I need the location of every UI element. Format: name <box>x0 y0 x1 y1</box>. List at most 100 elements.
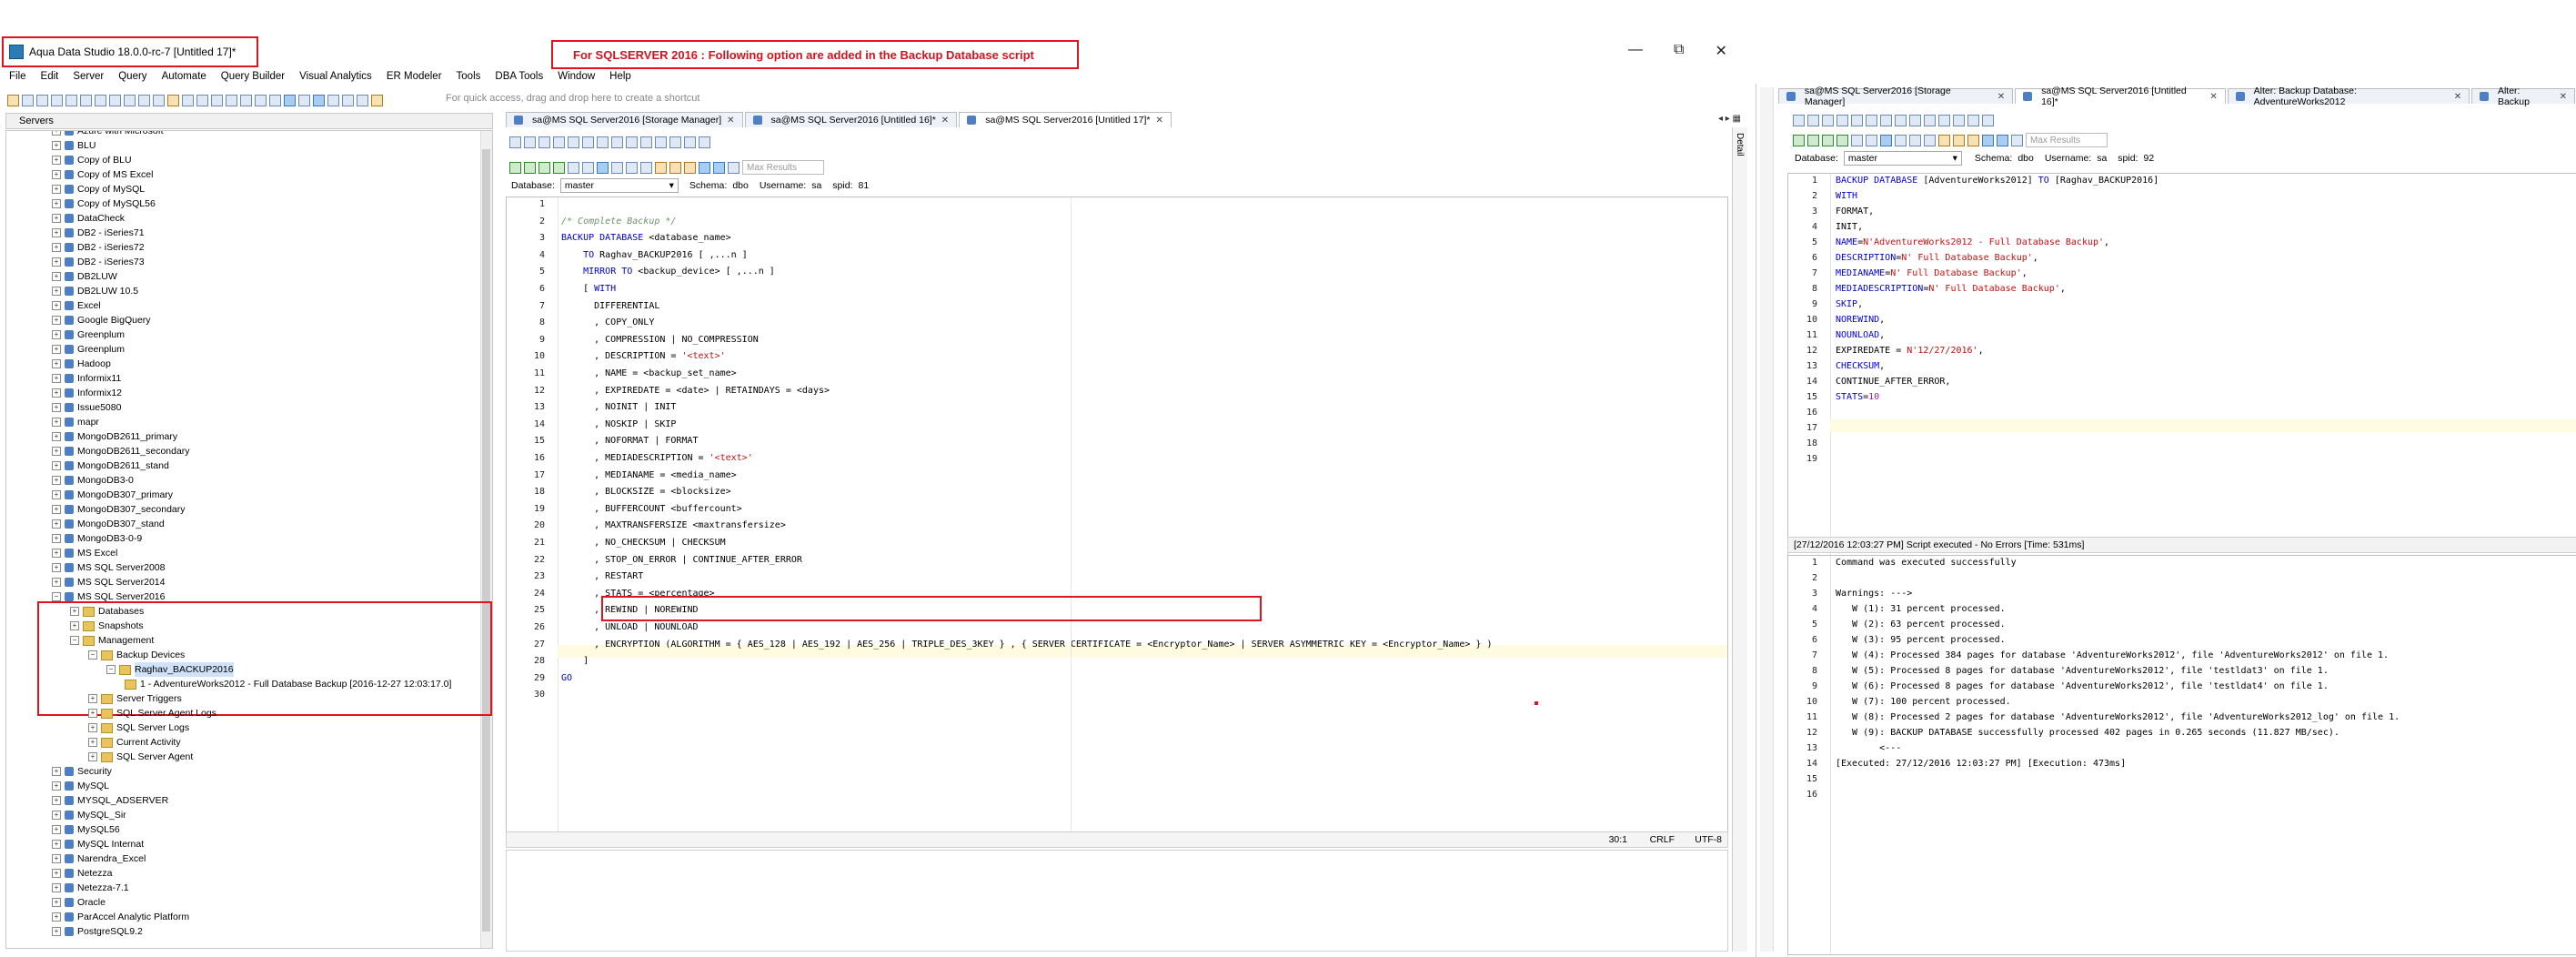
menu-item[interactable]: Query Builder <box>221 71 285 87</box>
tree-node[interactable]: + MySQL Internat <box>52 837 144 851</box>
layout8-icon[interactable] <box>357 94 368 106</box>
expand-icon[interactable]: + <box>52 359 61 368</box>
save-icon[interactable] <box>65 94 77 106</box>
menu-item[interactable]: Edit <box>41 71 59 87</box>
left-sql-editor[interactable]: 1 2 3 4 5 6 7 8 9 10 11 12 13 14 15 16 17 18 19 20 21 22 23 24 2… <box>506 196 1728 839</box>
expand-icon[interactable]: + <box>70 607 79 616</box>
restore-icon[interactable]: ⧉ <box>1674 42 1684 60</box>
r-cut-icon[interactable] <box>1866 114 1877 126</box>
tree-node[interactable]: − MS SQL Server2016 <box>52 589 166 604</box>
r-run-current-icon[interactable] <box>1807 134 1819 146</box>
tree-node[interactable]: + DB2 - iSeries72 <box>52 240 145 255</box>
tree-node[interactable]: + Excel <box>52 298 101 313</box>
query-builder-icon[interactable] <box>196 94 208 106</box>
r-redo-icon[interactable] <box>1953 114 1965 126</box>
redo-icon[interactable] <box>669 136 681 148</box>
print-file-icon[interactable] <box>568 136 579 148</box>
expand-icon[interactable]: + <box>52 883 61 892</box>
tree-node[interactable]: + DB2LUW 10.5 <box>52 284 138 298</box>
expand-icon[interactable]: + <box>52 287 61 296</box>
tree-node[interactable]: + Oracle <box>52 895 106 910</box>
r-database-select[interactable]: master ▾ <box>1843 151 1962 166</box>
tree-node[interactable]: + DB2 - iSeries73 <box>52 255 145 269</box>
tree-node[interactable]: 1 - AdventureWorks2012 - Full Database B… <box>125 677 451 691</box>
run-current-icon[interactable] <box>524 161 536 174</box>
tree-node[interactable]: + MongoDB2611_stand <box>52 458 169 473</box>
expand-icon[interactable]: + <box>52 257 61 267</box>
tree-scroll-thumb[interactable] <box>482 149 490 932</box>
tree-node[interactable]: + mapr <box>52 415 99 429</box>
tree-node[interactable]: − Raghav_BACKUP2016 <box>106 662 234 677</box>
expand-icon[interactable]: + <box>52 418 61 427</box>
r-results-pane-icon[interactable] <box>1909 134 1921 146</box>
tree-node[interactable]: + DB2 - iSeries71 <box>52 226 145 240</box>
tree-node[interactable]: + Server Triggers <box>88 691 182 706</box>
expand-icon[interactable]: + <box>52 461 61 470</box>
tree-node[interactable]: + MongoDB307_secondary <box>52 502 186 517</box>
expand-icon[interactable]: + <box>52 272 61 281</box>
r-format-icon[interactable] <box>1982 134 1994 146</box>
explain-icon[interactable] <box>640 161 652 174</box>
tree-node[interactable]: + MySQL56 <box>52 822 120 837</box>
tree-node[interactable]: + SQL Server Logs <box>88 720 189 735</box>
r-paste-icon[interactable] <box>1895 114 1907 126</box>
run-icon[interactable] <box>509 161 521 174</box>
r-auto-commit-icon[interactable] <box>1967 134 1979 146</box>
tab-close-icon[interactable]: ✕ <box>941 116 949 126</box>
tree-node[interactable]: + MySQL <box>52 779 109 793</box>
layout6-icon[interactable] <box>327 94 339 106</box>
tree-node[interactable]: + Snapshots <box>70 619 144 633</box>
print-icon[interactable] <box>95 94 106 106</box>
editor-tab[interactable]: sa@MS SQL Server2016 [Storage Manager] ✕ <box>1778 86 2014 107</box>
tools-icon[interactable] <box>371 94 383 106</box>
expand-icon[interactable]: + <box>52 578 61 587</box>
layout7-icon[interactable] <box>342 94 354 106</box>
tab-scroll-icon[interactable]: ◂ ▸ ▦ <box>1718 114 1741 124</box>
editor-tab[interactable]: Alter: Backup Database: AdventureWorks20… <box>2227 86 2470 107</box>
undo-icon[interactable] <box>655 136 667 148</box>
tree-node[interactable]: + MongoDB3-0 <box>52 473 134 488</box>
tree-node[interactable]: + MYSQL_ADSERVER <box>52 793 168 808</box>
tree-node[interactable]: + Greenplum <box>52 342 125 357</box>
tree-node[interactable]: + Azure with Microsoft <box>52 131 164 138</box>
expand-icon[interactable]: + <box>52 170 61 179</box>
tree-node[interactable]: + MySQL_Sir <box>52 808 126 822</box>
cut2-icon[interactable] <box>582 136 594 148</box>
expand-icon[interactable]: + <box>52 563 61 572</box>
tree-node[interactable]: + MS SQL Server2014 <box>52 575 166 589</box>
expand-icon[interactable]: + <box>52 403 61 412</box>
expand-icon[interactable]: + <box>52 345 61 354</box>
tree-node[interactable]: + Issue5080 <box>52 400 121 415</box>
copy-icon[interactable] <box>124 94 136 106</box>
expand-icon[interactable]: − <box>106 665 116 674</box>
r-run-script-icon[interactable] <box>1836 134 1848 146</box>
stop-icon[interactable] <box>582 161 594 174</box>
expand-icon[interactable]: + <box>52 228 61 237</box>
tree-node[interactable]: + Google BigQuery <box>52 313 151 327</box>
expand-icon[interactable]: + <box>52 214 61 223</box>
params-icon[interactable] <box>728 161 740 174</box>
expand-icon[interactable]: + <box>52 316 61 325</box>
expand-icon[interactable]: + <box>52 330 61 339</box>
text-results-icon[interactable] <box>611 161 623 174</box>
expand-icon[interactable]: + <box>52 505 61 514</box>
minimize-icon[interactable]: — <box>1628 42 1643 60</box>
tree-node[interactable]: + PostgreSQL9.2 <box>52 924 143 939</box>
tree-node[interactable]: + SQL Server Agent Logs <box>88 706 216 720</box>
tree-node[interactable]: − Backup Devices <box>88 648 185 662</box>
layout2-icon[interactable] <box>269 94 281 106</box>
expand-icon[interactable]: + <box>52 767 61 776</box>
menu-item[interactable]: Visual Analytics <box>299 71 372 87</box>
expand-icon[interactable]: + <box>52 141 61 150</box>
layout3-icon[interactable] <box>284 94 296 106</box>
tree-node[interactable]: + Narendra_Excel <box>52 851 146 866</box>
expand-icon[interactable]: + <box>70 621 79 630</box>
font-smaller-icon[interactable] <box>699 136 710 148</box>
expand-icon[interactable]: + <box>52 243 61 252</box>
tab-close-icon[interactable]: ✕ <box>2454 92 2461 102</box>
menu-item[interactable]: Query <box>118 71 146 87</box>
editor-tab[interactable]: sa@MS SQL Server2016 [Untitled 16]* ✕ <box>744 112 958 127</box>
editor-tab[interactable]: sa@MS SQL Server2016 [Untitled 16]* ✕ <box>2015 86 2226 107</box>
expand-icon[interactable]: + <box>52 796 61 805</box>
save-file-icon[interactable] <box>538 136 550 148</box>
